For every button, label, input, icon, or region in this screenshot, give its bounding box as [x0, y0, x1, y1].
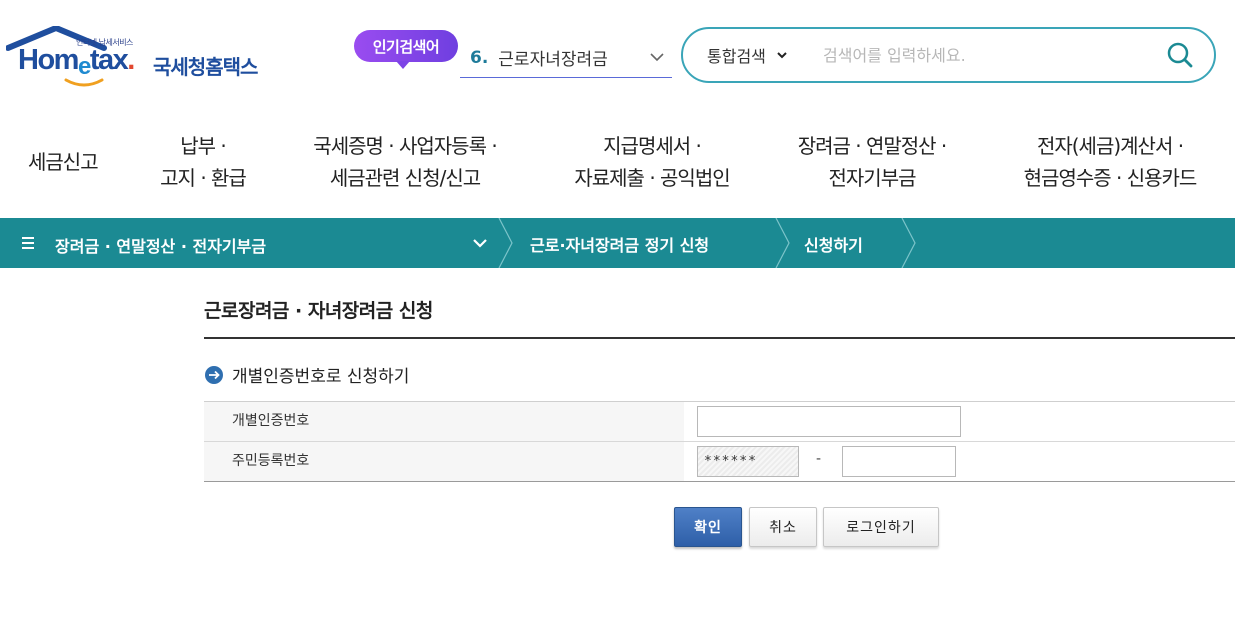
auth-form-table: 개별인증번호 주민등록번호 ****** -: [204, 401, 1235, 482]
search-icon[interactable]: [1166, 41, 1194, 69]
breadcrumb-separator-icon: [775, 218, 790, 268]
confirm-button[interactable]: 확인: [674, 507, 742, 547]
popular-rank-number: 6.: [470, 47, 489, 68]
hamburger-menu-icon[interactable]: [21, 235, 37, 251]
breadcrumb-level3[interactable]: 신청하기: [804, 232, 863, 256]
popular-search-dropdown[interactable]: 6. 근로자녀장려금: [460, 38, 672, 78]
logo-brand: Hometax.: [18, 44, 135, 80]
rrn-label: 주민등록번호: [204, 442, 684, 481]
breadcrumb: 장려금 · 연말정산 · 전자기부금 근로·자녀장려금 정기 신청 신청하기: [0, 218, 1235, 268]
popular-search-badge: 인기검색어: [354, 30, 458, 69]
breadcrumb-separator-icon: [901, 218, 916, 268]
gnb-menu-tax-filing[interactable]: 세금신고: [28, 146, 99, 178]
search-box: 통합검색: [681, 27, 1216, 83]
gnb-menu-e-invoice[interactable]: 전자(세금)계산서 · 현금영수증 · 신용카드: [1006, 130, 1214, 194]
search-input[interactable]: [823, 41, 1153, 69]
section-title: 개별인증번호로 신청하기: [204, 362, 409, 387]
chevron-down-icon[interactable]: [648, 48, 666, 66]
hometax-logo[interactable]: 인터넷 납세서비스 Hometax. 국세청홈택스: [6, 26, 276, 88]
gnb-menu-certificate[interactable]: 국세증명 · 사업자등록 · 세금관련 신청/신고: [296, 130, 514, 194]
auth-number-input[interactable]: [697, 406, 961, 437]
auth-number-label: 개별인증번호: [204, 402, 684, 441]
breadcrumb-level1[interactable]: 장려금 · 연말정산 · 전자기부금: [55, 233, 266, 257]
popular-rank-term[interactable]: 근로자녀장려금: [498, 45, 607, 70]
form-row-rrn: 주민등록번호 ****** -: [204, 442, 1235, 482]
page-title: 근로장려금 · 자녀장려금 신청: [204, 300, 433, 322]
chevron-down-icon[interactable]: [471, 235, 489, 251]
main-navigation: 세금신고 납부 · 고지 · 환급 국세증명 · 사업자등록 · 세금관련 신청/신…: [0, 120, 1235, 210]
arrow-circle-icon: [205, 365, 223, 384]
title-divider: [204, 337, 1235, 339]
logo-swoosh-icon: [64, 78, 104, 87]
rrn-back-input[interactable]: [842, 446, 956, 477]
gnb-menu-statement[interactable]: 지급명세서 · 자료제출 · 공익법인: [560, 130, 744, 194]
search-scope-select[interactable]: 통합검색: [707, 43, 788, 67]
gnb-menu-incentive[interactable]: 장려금 · 연말정산 · 전자기부금: [782, 130, 962, 194]
breadcrumb-separator-icon: [498, 218, 513, 268]
gnb-menu-payment[interactable]: 납부 · 고지 · 환급: [150, 130, 256, 194]
login-button[interactable]: 로그인하기: [823, 507, 939, 547]
rrn-separator: -: [816, 451, 822, 467]
rrn-front-masked-field: ******: [697, 446, 799, 477]
form-row-auth-number: 개별인증번호: [204, 402, 1235, 442]
logo-agency-name: 국세청홈택스: [153, 55, 258, 79]
chevron-down-icon: [777, 52, 787, 59]
breadcrumb-level2[interactable]: 근로·자녀장려금 정기 신청: [530, 232, 709, 256]
cancel-button[interactable]: 취소: [749, 507, 817, 547]
